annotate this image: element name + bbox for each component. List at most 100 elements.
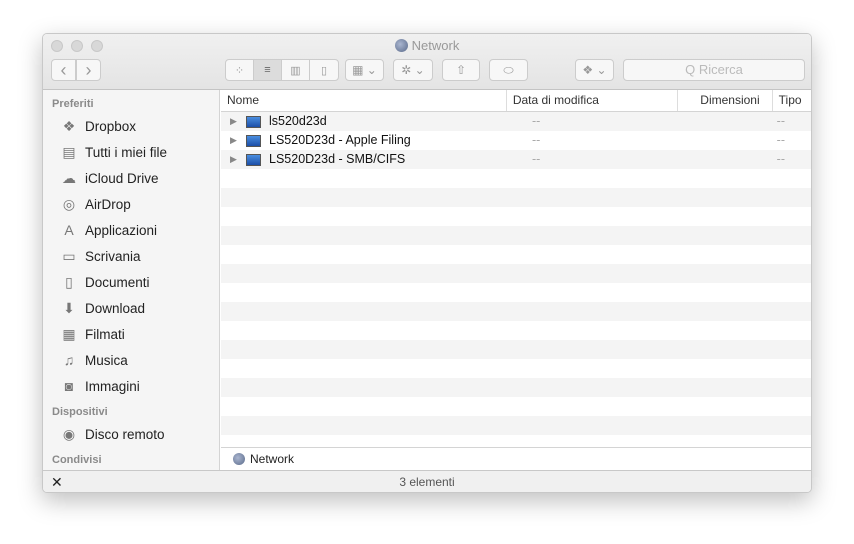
- sidebar-item-label: Immagini: [85, 378, 140, 394]
- empty-row: [221, 245, 811, 264]
- sidebar-item-disco-remoto[interactable]: ◉ Disco remoto: [43, 421, 219, 447]
- icon-view-button[interactable]: ⁘: [226, 60, 254, 80]
- sidebar-item-airdrop[interactable]: ◎ AirDrop: [43, 191, 219, 217]
- forward-button[interactable]: ›: [76, 59, 101, 81]
- list-view-button[interactable]: ≡: [254, 60, 282, 80]
- sidebar-item-icon: ◉: [62, 425, 76, 442]
- sidebar-section-dispositivi: Dispositivi: [52, 406, 108, 418]
- row-name: LS520D23d - SMB/CIFS: [269, 152, 406, 166]
- row-date: --: [532, 152, 541, 166]
- column-name[interactable]: Nome: [221, 90, 507, 111]
- empty-row: [221, 188, 811, 207]
- search-input[interactable]: Q Ricerca: [623, 59, 805, 81]
- sidebar: Preferiti ❖ Dropbox ▤ Tutti i miei file ☁ iCl…: [43, 90, 220, 470]
- sidebar-item-tutti-i-miei-file[interactable]: ▤ Tutti i miei file: [43, 139, 219, 165]
- sidebar-item-icon: ♫: [63, 352, 75, 368]
- row-date: --: [532, 114, 541, 128]
- server-icon: [246, 134, 261, 147]
- sidebar-section-preferiti: Preferiti: [52, 98, 94, 110]
- network-globe-icon: [233, 453, 245, 465]
- sidebar-item-icon: ▤: [62, 143, 76, 160]
- sidebar-item-icon: ◎: [62, 195, 76, 212]
- action-gear-button[interactable]: ✲ ⌄: [393, 59, 433, 81]
- row-date: --: [532, 133, 541, 147]
- sidebar-item-label: Scrivania: [85, 248, 141, 264]
- column-size[interactable]: Dimensioni: [678, 90, 773, 111]
- sidebar-item-label: Download: [85, 300, 146, 316]
- empty-row: [221, 416, 811, 435]
- file-list: Nome Data di modifica Dimensioni Tipo ▶ l…: [221, 90, 811, 447]
- window-title-text: Network: [411, 38, 460, 53]
- disclosure-triangle-icon[interactable]: ▶: [230, 112, 246, 131]
- sidebar-item-label: Applicazioni: [85, 222, 158, 238]
- sidebar-item-label: iCloud Drive: [85, 170, 159, 186]
- sidebar-item-dropbox[interactable]: ❖ Dropbox: [43, 113, 219, 139]
- row-size: --: [776, 133, 785, 147]
- column-header: Nome Data di modifica Dimensioni Tipo: [221, 90, 811, 112]
- sidebar-item-icloud-drive[interactable]: ☁ iCloud Drive: [43, 165, 219, 191]
- sidebar-item-icon: ◙: [64, 378, 74, 394]
- column-date[interactable]: Data di modifica: [507, 90, 679, 111]
- sidebar-item-icon: ▭: [62, 247, 76, 264]
- sidebar-item-label: AirDrop: [85, 196, 131, 212]
- view-mode-segmented: ⁘ ≡ ▥ ▯: [225, 59, 339, 81]
- empty-row: [221, 321, 811, 340]
- close-sidebar-icon[interactable]: ✕: [51, 471, 63, 492]
- sidebar-item-label: Tutti i miei file: [85, 144, 168, 160]
- network-globe-icon: [394, 39, 408, 52]
- empty-row: [221, 207, 811, 226]
- empty-row: [221, 302, 811, 321]
- empty-row: [221, 226, 811, 245]
- path-bar: Network: [221, 447, 811, 470]
- coverflow-view-button[interactable]: ▯: [310, 60, 338, 80]
- sidebar-item-applicazioni[interactable]: A Applicazioni: [43, 217, 219, 243]
- sidebar-section-condivisi: Condivisi: [52, 454, 102, 466]
- window-title: Network: [43, 38, 811, 53]
- dropbox-button[interactable]: ❖ ⌄: [575, 59, 614, 81]
- sidebar-item-icon: A: [64, 222, 74, 238]
- arrange-button[interactable]: ▦ ⌄: [345, 59, 384, 81]
- status-bar: ✕ 3 elementi: [43, 470, 811, 492]
- sidebar-item-scrivania[interactable]: ▭ Scrivania: [43, 243, 219, 269]
- sidebar-item-icon: ⬇: [63, 299, 75, 316]
- row-size: --: [776, 152, 785, 166]
- sidebar-item-label: Filmati: [85, 326, 125, 342]
- sidebar-item-icon: ☁: [62, 169, 76, 186]
- row-name: ls520d23d: [269, 114, 327, 128]
- item-count: 3 elementi: [399, 475, 455, 489]
- sidebar-item-immagini[interactable]: ◙ Immagini: [43, 373, 219, 399]
- sidebar-item-icon: ❖: [62, 117, 76, 134]
- table-row[interactable]: ▶ LS520D23d - SMB/CIFS -- --: [221, 150, 811, 169]
- server-icon: [246, 115, 261, 128]
- sidebar-item-musica[interactable]: ♫ Musica: [43, 347, 219, 373]
- toolbar: Network ‹ › ⁘ ≡ ▥ ▯ ▦ ⌄ ✲ ⌄ ⇧ ⬭ ❖ ⌄ Q Ri…: [43, 34, 811, 90]
- empty-row: [221, 378, 811, 397]
- path-item-network[interactable]: Network: [250, 452, 294, 466]
- server-icon: [246, 153, 261, 166]
- sidebar-item-icon: ▦: [62, 325, 76, 342]
- sidebar-item-label: Musica: [85, 352, 128, 368]
- disclosure-triangle-icon[interactable]: ▶: [230, 150, 246, 169]
- empty-row: [221, 435, 811, 447]
- tag-button[interactable]: ⬭: [489, 59, 528, 81]
- empty-row: [221, 283, 811, 302]
- table-row[interactable]: ▶ LS520D23d - Apple Filing -- --: [221, 131, 811, 150]
- sidebar-item-label: Dropbox: [85, 118, 137, 134]
- empty-row: [221, 264, 811, 283]
- share-button[interactable]: ⇧: [442, 59, 480, 81]
- disclosure-triangle-icon[interactable]: ▶: [230, 131, 246, 150]
- column-view-button[interactable]: ▥: [282, 60, 310, 80]
- sidebar-item-label: Disco remoto: [85, 426, 165, 442]
- column-type[interactable]: Tipo: [773, 90, 811, 111]
- sidebar-item-documenti[interactable]: ▯ Documenti: [43, 269, 219, 295]
- empty-row: [221, 169, 811, 188]
- sidebar-item-download[interactable]: ⬇ Download: [43, 295, 219, 321]
- back-button[interactable]: ‹: [51, 59, 76, 81]
- empty-row: [221, 340, 811, 359]
- table-row[interactable]: ▶ ls520d23d -- --: [221, 112, 811, 131]
- sidebar-item-filmati[interactable]: ▦ Filmati: [43, 321, 219, 347]
- finder-window: Network ‹ › ⁘ ≡ ▥ ▯ ▦ ⌄ ✲ ⌄ ⇧ ⬭ ❖ ⌄ Q Ri…: [42, 33, 812, 493]
- row-size: --: [776, 114, 785, 128]
- sidebar-item-label: Documenti: [85, 274, 150, 290]
- empty-row: [221, 359, 811, 378]
